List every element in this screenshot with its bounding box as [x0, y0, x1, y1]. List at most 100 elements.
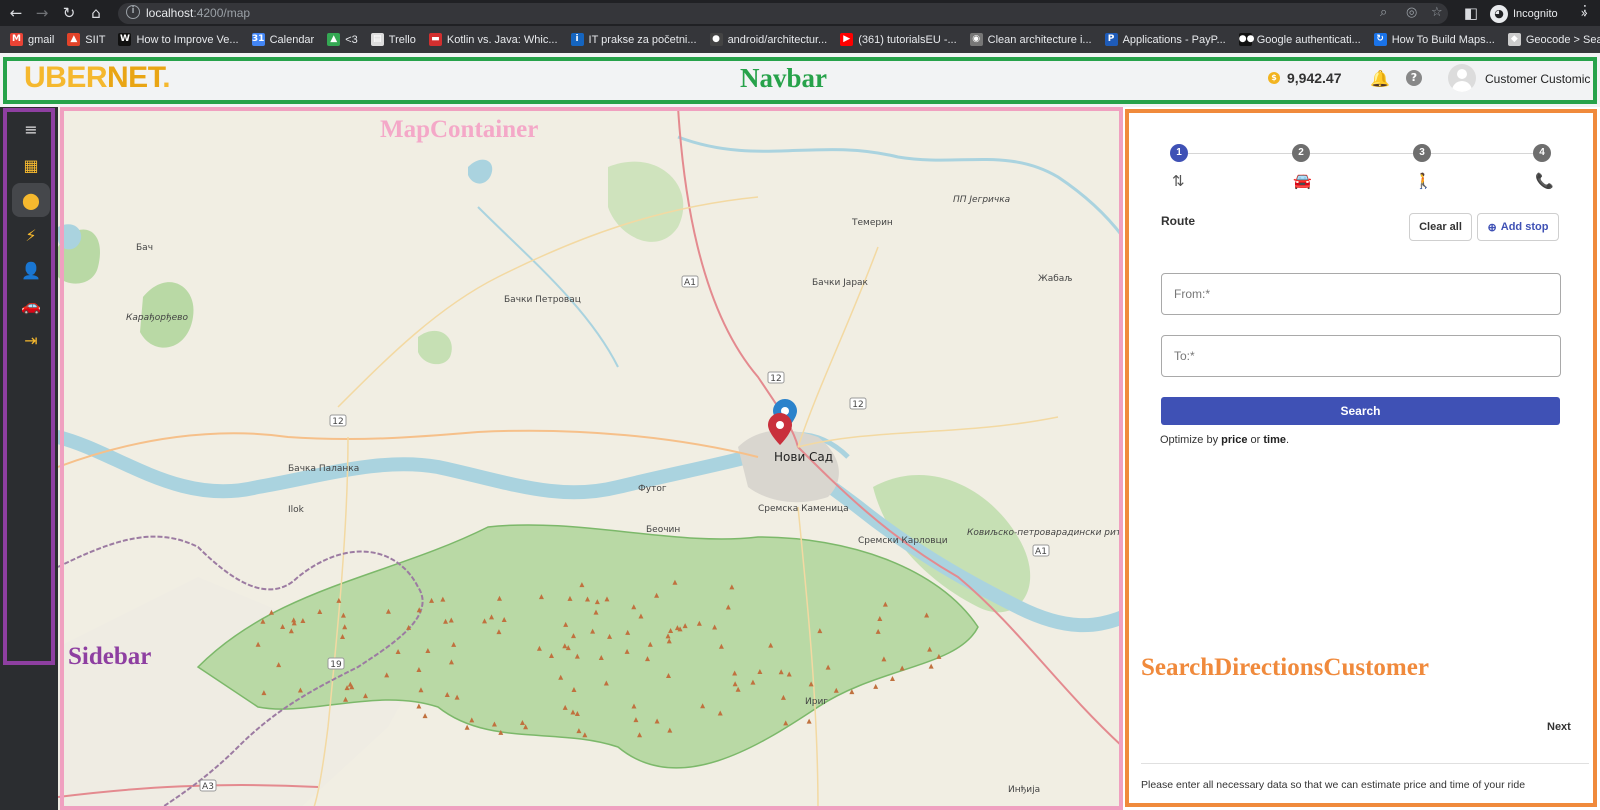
- home-icon[interactable]: ⌂: [86, 3, 106, 23]
- step-3-passengers[interactable]: 3: [1413, 144, 1431, 162]
- panel-divider: [1141, 763, 1589, 764]
- browser-toolbar: ← → ↻ ⌂ i localhost:4200/map ⌕ ◎ ☆ ◧ ◕ I…: [0, 0, 1600, 26]
- bookmark-label: SIIT: [85, 33, 106, 46]
- eye-slash-icon[interactable]: ◎: [1406, 5, 1417, 20]
- bookmark-item[interactable]: W How to Improve Ve...: [118, 33, 239, 46]
- bookmark-item[interactable]: ▲ SIIT: [67, 33, 105, 46]
- route-icon: ⇅: [1172, 172, 1185, 190]
- url-text: localhost:4200/map: [146, 6, 251, 20]
- youtube-icon: ▶: [840, 33, 854, 46]
- coin-icon: $: [1268, 72, 1280, 84]
- bookmark-item[interactable]: Mgmail: [10, 33, 54, 46]
- bookmark-label: android/architectur...: [727, 33, 828, 46]
- bookmark-label: Trello: [388, 33, 416, 46]
- help-icon[interactable]: ?: [1406, 70, 1422, 86]
- step-2-vehicle[interactable]: 2: [1292, 144, 1310, 162]
- step-1-route[interactable]: 1: [1170, 144, 1188, 162]
- from-field[interactable]: [1161, 273, 1561, 315]
- to-input[interactable]: [1162, 336, 1560, 376]
- logo[interactable]: UBERNET.: [24, 61, 171, 95]
- stepper-connector: [1188, 153, 1292, 154]
- clear-all-label: Clear all: [1419, 221, 1462, 233]
- next-button[interactable]: Next: [1547, 721, 1571, 733]
- add-stop-label: Add stop: [1500, 221, 1549, 233]
- reload-icon[interactable]: ↻: [59, 3, 79, 23]
- forward-arrow-icon[interactable]: →: [32, 3, 52, 23]
- bookmark-label: (361) tutorialsEU -...: [858, 33, 957, 46]
- balance: $ 9,942.47: [1268, 70, 1342, 86]
- paypal-icon: P: [1104, 33, 1118, 46]
- route-label: Route: [1161, 214, 1195, 228]
- drive-icon: ▲: [327, 33, 341, 46]
- optimize-time: time: [1263, 434, 1286, 446]
- optimize-hint: Optimize by price or time.: [1160, 434, 1290, 446]
- medium-icon: ●●: [1238, 33, 1255, 46]
- trello-icon: ▤: [370, 33, 384, 46]
- map-annotation-frame: [60, 107, 1123, 810]
- notification-bell-icon[interactable]: 🔔: [1370, 69, 1390, 88]
- bookmarks-overflow-icon[interactable]: »: [1581, 6, 1588, 20]
- bookmark-item[interactable]: P Applications - PayP...: [1104, 33, 1226, 46]
- panel-hint-text: Please enter all necessary data so that …: [1141, 779, 1526, 791]
- stepper-connector: [1431, 153, 1533, 154]
- gitlab-icon: ▲: [67, 33, 81, 46]
- bookmark-label: Kotlin vs. Java: Whic...: [446, 33, 558, 46]
- bookmark-item[interactable]: ▤ Trello: [370, 33, 416, 46]
- car-icon: 🚘: [1293, 172, 1312, 190]
- phone-icon: 📞: [1535, 172, 1554, 190]
- incognito-badge[interactable]: ◕ Incognito: [1490, 4, 1558, 23]
- add-location-icon: ⊕: [1487, 221, 1497, 234]
- incognito-icon: ◕: [1490, 4, 1508, 23]
- bookmark-label: Geocode > Search...: [1525, 33, 1600, 46]
- avatar[interactable]: [1448, 64, 1476, 92]
- navbar-annotation-label: Navbar: [740, 63, 827, 93]
- bookmark-item[interactable]: ◆ Geocode > Search...: [1507, 33, 1600, 46]
- bookmark-item[interactable]: ▬ Kotlin vs. Java: Whic...: [428, 33, 558, 46]
- username[interactable]: Customer Customic: [1485, 72, 1590, 86]
- incognito-label: Incognito: [1513, 7, 1558, 20]
- passenger-icon: 🚶: [1414, 172, 1433, 190]
- calendar-icon: 31: [251, 33, 265, 46]
- gmail-icon: M: [10, 33, 23, 46]
- clear-all-button[interactable]: Clear all: [1409, 213, 1472, 241]
- sidebar-annotation-frame: [3, 108, 55, 665]
- step-4-contact[interactable]: 4: [1533, 144, 1551, 162]
- map-annotation-label: MapContainer: [380, 116, 539, 143]
- bookmark-item[interactable]: ▶ (361) tutorialsEU -...: [840, 33, 957, 46]
- optimize-price: price: [1221, 434, 1248, 446]
- star-icon[interactable]: ☆: [1431, 5, 1443, 20]
- bookmark-label: Google authenticati...: [1256, 33, 1361, 46]
- bookmarks-bar: Mgmail ▲ SIIT W How to Improve Ve... 31 Calend…: [0, 26, 1600, 53]
- stepper-connector: [1310, 153, 1413, 154]
- bookmark-item[interactable]: ●● Google authenticati...: [1238, 33, 1361, 46]
- bookmark-item[interactable]: i IT prakse za početni...: [570, 33, 697, 46]
- bookmark-label: How To Build Maps...: [1391, 33, 1495, 46]
- w-icon: W: [118, 33, 132, 46]
- add-stop-button[interactable]: ⊕ Add stop: [1477, 213, 1559, 241]
- sidebar-annotation-label: Sidebar: [68, 643, 152, 670]
- globe-icon: ◉: [969, 33, 983, 46]
- news-icon: ▬: [428, 33, 442, 46]
- bookmark-item[interactable]: 31 Calendar: [251, 33, 315, 46]
- bookmark-label: IT prakse za početni...: [588, 33, 697, 46]
- balance-value: 9,942.47: [1287, 70, 1342, 86]
- refresh-site-icon: ↻: [1373, 33, 1387, 46]
- geocode-icon: ◆: [1507, 33, 1521, 46]
- bookmark-label: <3: [345, 33, 358, 46]
- bookmark-label: gmail: [28, 33, 55, 46]
- bookmark-label: Calendar: [269, 33, 315, 46]
- from-input[interactable]: [1162, 274, 1560, 314]
- bookmark-item[interactable]: ↻ How To Build Maps...: [1373, 33, 1495, 46]
- site-info-icon[interactable]: i: [126, 5, 140, 19]
- panel-annotation-label: SearchDirectionsCustomer: [1141, 654, 1429, 681]
- to-field[interactable]: [1161, 335, 1561, 377]
- search-button[interactable]: Search: [1161, 397, 1560, 425]
- back-arrow-icon[interactable]: ←: [6, 3, 26, 23]
- zoom-icon[interactable]: ⌕: [1380, 5, 1387, 20]
- side-panel-icon[interactable]: ◧: [1461, 3, 1481, 23]
- bookmark-item[interactable]: ▲ <3: [327, 33, 358, 46]
- bookmark-item[interactable]: ◉ Clean architecture i...: [969, 33, 1092, 46]
- bookmark-label: Clean architecture i...: [987, 33, 1092, 46]
- bookmark-item[interactable]: ● android/architectur...: [709, 33, 828, 46]
- address-bar[interactable]: i localhost:4200/map ⌕ ◎ ☆: [118, 3, 1448, 24]
